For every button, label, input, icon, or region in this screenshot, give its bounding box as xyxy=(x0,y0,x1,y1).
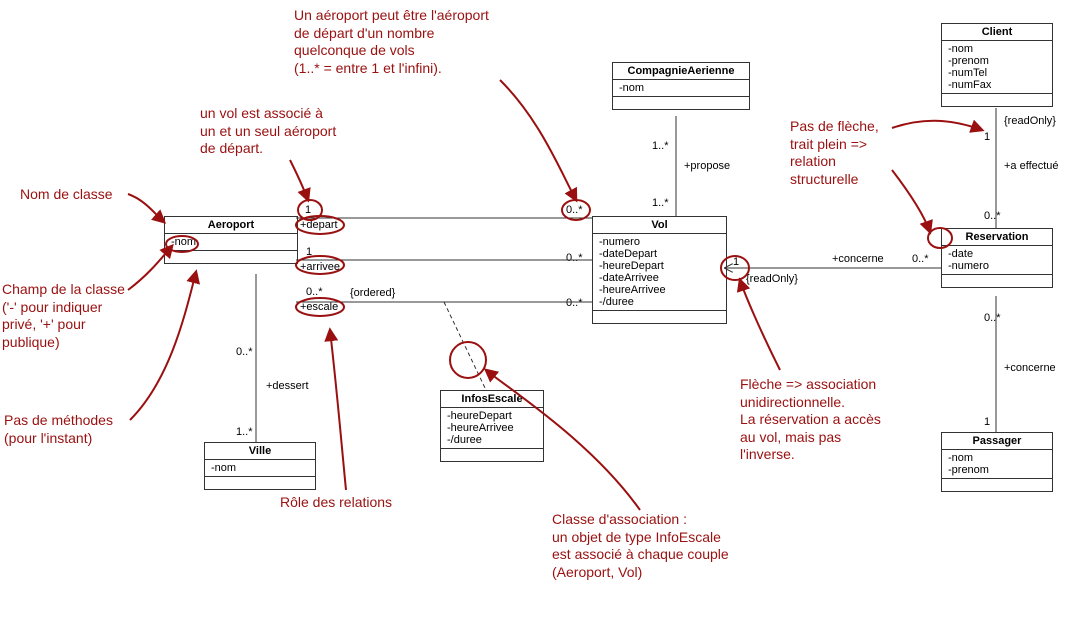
class-attrs: -nom -prenom -numTel -numFax xyxy=(942,41,1052,94)
role-depart: +depart xyxy=(300,219,338,231)
role-arrivee: +arrivee xyxy=(300,261,340,273)
class-title: Passager xyxy=(942,433,1052,450)
role-concerne: +concerne xyxy=(832,253,884,265)
class-infosescale: InfosEscale -heureDepart -heureArrivee -… xyxy=(440,390,544,462)
class-ops xyxy=(165,251,297,263)
class-attrs: -numero -dateDepart -heureDepart -dateAr… xyxy=(593,234,726,311)
mult-vol-0s-3: 0..* xyxy=(566,297,583,309)
class-title: CompagnieAerienne xyxy=(613,63,749,80)
attr: -nom xyxy=(948,452,1046,464)
class-ops xyxy=(942,94,1052,106)
mult-depart-1: 1 xyxy=(306,246,312,258)
mult-concerne2-1: 1 xyxy=(984,416,990,428)
attr: -numTel xyxy=(948,67,1046,79)
readonly: {readOnly} xyxy=(746,273,798,285)
attr: -heureArrivee xyxy=(599,284,720,296)
class-title: Client xyxy=(942,24,1052,41)
role-escale: +escale xyxy=(300,301,338,313)
attr: -heureDepart xyxy=(447,410,537,422)
role-propose: +propose xyxy=(684,160,730,172)
class-aeroport: Aeroport -nom xyxy=(164,216,298,264)
class-client: Client -nom -prenom -numTel -numFax xyxy=(941,23,1053,107)
mult-aeffectue-1: 1 xyxy=(984,131,990,143)
class-attrs: -nom xyxy=(165,234,297,251)
mult-concerne2-0s: 0..* xyxy=(984,312,1001,324)
attr: -numero xyxy=(948,260,1046,272)
class-compagnie: CompagnieAerienne -nom xyxy=(612,62,750,110)
mult-vol-0s-1: 0..* xyxy=(566,204,583,216)
class-title: Reservation xyxy=(942,229,1052,246)
readonly2: {readOnly} xyxy=(1004,115,1056,127)
role-concerne2: +concerne xyxy=(1004,362,1056,374)
class-ops xyxy=(613,97,749,109)
attr: -heureArrivee xyxy=(447,422,537,434)
class-attrs: -nom xyxy=(613,80,749,97)
class-title: Ville xyxy=(205,443,315,460)
attr: -numero xyxy=(599,236,720,248)
class-title: Vol xyxy=(593,217,726,234)
class-ops xyxy=(205,477,315,489)
attr: -date xyxy=(948,248,1046,260)
class-title: InfosEscale xyxy=(441,391,543,408)
mult-propose-1s: 1..* xyxy=(652,140,669,152)
class-attrs: -date -numero xyxy=(942,246,1052,275)
mult-vol-0s-2: 0..* xyxy=(566,252,583,264)
mult-concerne-1: 1 xyxy=(733,256,739,268)
class-ops xyxy=(942,275,1052,287)
ordered: {ordered} xyxy=(350,287,395,299)
mult-concerne-0s: 0..* xyxy=(912,253,929,265)
attr: -heureDepart xyxy=(599,260,720,272)
class-ops xyxy=(593,311,726,323)
class-attrs: -nom -prenom xyxy=(942,450,1052,479)
attr: -numFax xyxy=(948,79,1046,91)
role-dessert: +dessert xyxy=(266,380,309,392)
annot-a1: Un aéroport peut être l'aéroport de dépa… xyxy=(294,7,489,77)
annot-a9: Pas de flèche, trait plein => relation s… xyxy=(790,118,879,188)
class-reservation: Reservation -date -numero xyxy=(941,228,1053,288)
mult-propose-1s-bottom: 1..* xyxy=(652,197,669,209)
attr: -/duree xyxy=(447,434,537,446)
annot-a8: Flèche => association unidirectionnelle.… xyxy=(740,376,881,464)
annot-a5: Pas de méthodes (pour l'instant) xyxy=(4,412,113,447)
class-ops xyxy=(942,479,1052,491)
annot-a4: Champ de la classe ('-' pour indiquer pr… xyxy=(2,281,125,351)
class-ops xyxy=(441,449,543,461)
mult-depart-1-aero: 1 xyxy=(305,204,311,216)
annot-a7: Classe d'association : un objet de type … xyxy=(552,511,729,581)
class-title: Aeroport xyxy=(165,217,297,234)
attr: -/duree xyxy=(599,296,720,308)
mult-escale-0s: 0..* xyxy=(306,286,323,298)
attr: -prenom xyxy=(948,464,1046,476)
attr: -nom xyxy=(619,82,743,94)
class-vol: Vol -numero -dateDepart -heureDepart -da… xyxy=(592,216,727,324)
attr: -nom xyxy=(948,43,1046,55)
attr: -dateArrivee xyxy=(599,272,720,284)
class-attrs: -heureDepart -heureArrivee -/duree xyxy=(441,408,543,449)
attr: -nom xyxy=(211,462,309,474)
role-aeffectue: +a effectué xyxy=(1004,160,1059,172)
annot-a2: un vol est associé à un et un seul aérop… xyxy=(200,105,336,158)
class-ville: Ville -nom xyxy=(204,442,316,490)
mult-dessert-0s: 0..* xyxy=(236,346,253,358)
attr: -dateDepart xyxy=(599,248,720,260)
class-attrs: -nom xyxy=(205,460,315,477)
annot-a6: Rôle des relations xyxy=(280,494,392,512)
attr: -nom xyxy=(171,236,291,248)
mult-aeffectue-0s: 0..* xyxy=(984,210,1001,222)
mult-dessert-1s: 1..* xyxy=(236,426,253,438)
attr: -prenom xyxy=(948,55,1046,67)
annot-a3: Nom de classe xyxy=(20,186,113,204)
overlay-svg xyxy=(0,0,1078,626)
class-passager: Passager -nom -prenom xyxy=(941,432,1053,492)
